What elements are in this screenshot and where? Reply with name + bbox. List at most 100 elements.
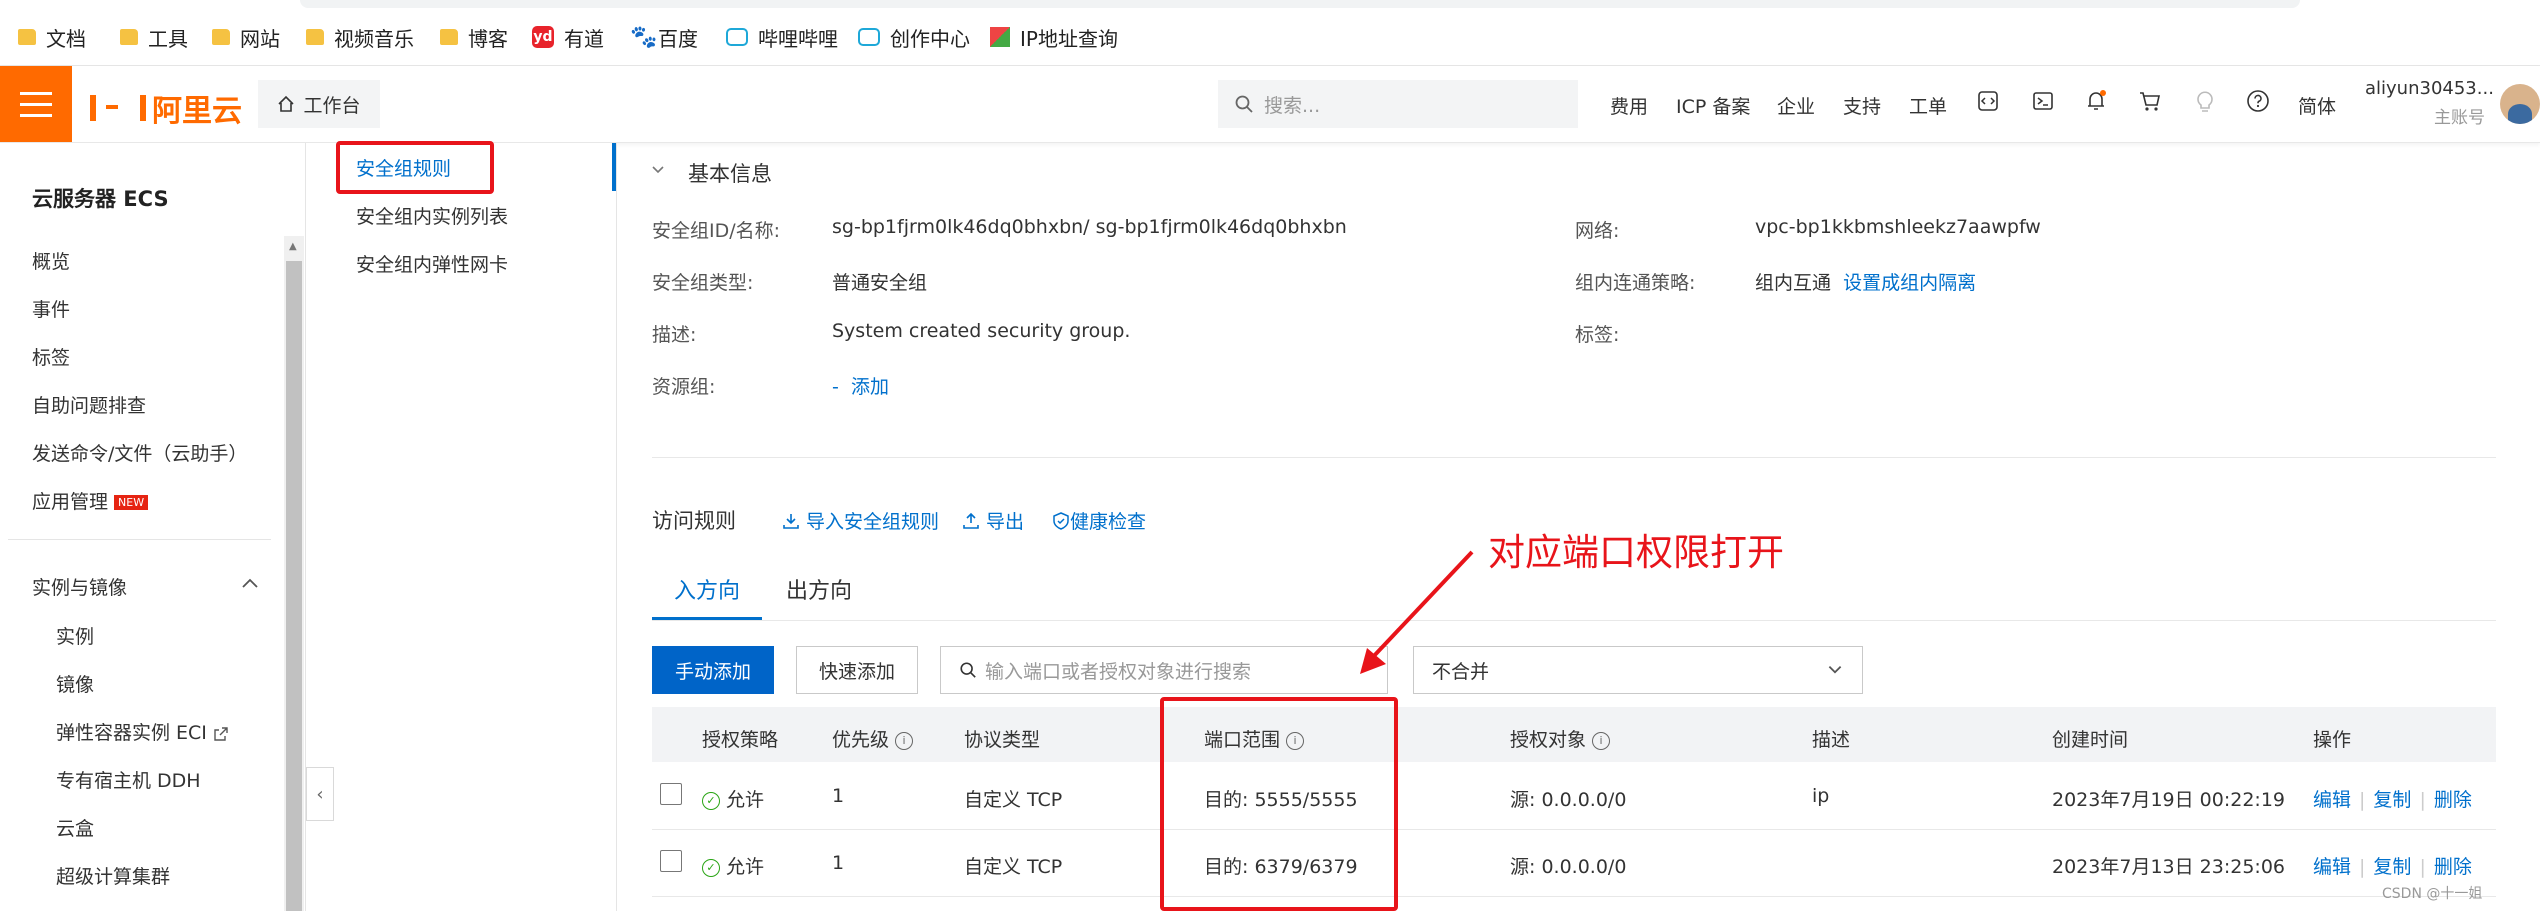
aliyun-logo[interactable]: 阿里云 — [90, 86, 242, 130]
rule-policy: ✓ 允许 — [702, 852, 764, 879]
sidebar-divider — [8, 539, 271, 540]
code-icon[interactable] — [1975, 88, 2001, 114]
delete-link[interactable]: 删除 — [2434, 789, 2472, 811]
external-link-icon — [214, 726, 228, 741]
sidebar-item-app-management[interactable]: 应用管理 NEW — [32, 487, 149, 514]
search-icon — [1235, 95, 1253, 113]
bookmark-video-music[interactable]: 视频音乐 — [306, 22, 414, 52]
row-checkbox[interactable] — [660, 850, 682, 872]
sg-type-label: 安全组类型: — [652, 272, 754, 294]
lightbulb-icon[interactable] — [2192, 88, 2218, 114]
collapse-sidebar-button[interactable]: ‹ — [306, 767, 334, 821]
copy-link[interactable]: 复制 — [2373, 789, 2411, 811]
user-account-menu[interactable]: aliyun30453... 主账号 — [2365, 78, 2494, 128]
sidebar-item-instances[interactable]: 实例 — [56, 622, 94, 649]
nav-icp-filing[interactable]: ICP 备案 — [1676, 92, 1750, 119]
bookmark-ip-lookup[interactable]: IP地址查询 — [990, 22, 1118, 52]
tabs-divider — [652, 620, 2496, 621]
user-name: aliyun30453... — [2365, 78, 2494, 99]
health-check-link[interactable]: 健康检查 — [1052, 507, 1146, 534]
chevron-up-icon[interactable] — [240, 575, 260, 591]
rule-policy: ✓ 允许 — [702, 785, 764, 812]
scroll-up-icon[interactable]: ▲ — [289, 241, 297, 252]
bookmark-bilibili[interactable]: 哔哩哔哩 — [726, 22, 838, 52]
bookmark-creator-center[interactable]: 创作中心 — [858, 22, 970, 52]
nav-billing[interactable]: 费用 — [1610, 92, 1648, 119]
table-row: ✓ 允许 1 自定义 TCP 目的: 5555/5555 源: 0.0.0.0/0… — [652, 763, 2496, 830]
tab-outbound[interactable]: 出方向 — [786, 573, 852, 605]
workbench-button[interactable]: 工作台 — [258, 80, 380, 128]
resource-group-add-link[interactable]: 添加 — [851, 376, 889, 398]
delete-link[interactable]: 删除 — [2434, 856, 2472, 878]
sidebar-group-instances-images[interactable]: 实例与镜像 — [32, 573, 127, 600]
nav-enterprise[interactable]: 企业 — [1777, 92, 1815, 119]
top-navbar: 阿里云 工作台 搜索... 费用 ICP 备案 企业 支持 工单 简体 aliy… — [0, 66, 2540, 143]
user-role: 主账号 — [2434, 108, 2485, 128]
tab-inbound[interactable]: 入方向 — [674, 573, 740, 605]
section-title-basic-info: 基本信息 — [688, 162, 772, 186]
sidebar-item-hpc-cluster[interactable]: 超级计算集群 — [56, 862, 170, 889]
col-created: 创建时间 — [2052, 729, 2129, 751]
intra-group-policy-value: 组内互通 设置成组内隔离 — [1755, 272, 1977, 294]
edit-link[interactable]: 编辑 — [2313, 789, 2351, 811]
import-rules-link[interactable]: 导入安全组规则 — [782, 507, 939, 534]
help-icon[interactable] — [2245, 88, 2271, 114]
network-value: vpc-bp1kkbmshleekz7aawpfw — [1755, 216, 2041, 238]
sidebar-scrollbar-thumb[interactable] — [286, 261, 302, 911]
bookmark-youdao[interactable]: yd 有道 — [532, 22, 604, 52]
hamburger-menu-button[interactable] — [0, 66, 72, 142]
nav-support[interactable]: 支持 — [1843, 92, 1881, 119]
export-link[interactable]: 导出 — [962, 507, 1024, 534]
sidebar-item-overview[interactable]: 概览 — [32, 247, 70, 274]
info-icon[interactable]: i — [1592, 731, 1611, 750]
rule-protocol: 自定义 TCP — [964, 856, 1063, 878]
bookmark-blog[interactable]: 博客 — [440, 22, 508, 52]
sidebar-item-eci[interactable]: 弹性容器实例 ECI — [56, 718, 229, 745]
subnav-item-enis[interactable]: 安全组内弹性网卡 — [356, 250, 508, 277]
global-search-input[interactable]: 搜索... — [1218, 80, 1578, 128]
divider — [652, 457, 2496, 458]
info-icon[interactable]: i — [895, 731, 914, 750]
col-auth-object: 授权对象 i — [1510, 725, 1611, 752]
rule-created: 2023年7月13日 23:25:06 — [2052, 856, 2285, 878]
set-isolation-link[interactable]: 设置成组内隔离 — [1843, 272, 1976, 294]
nav-ticket[interactable]: 工单 — [1909, 92, 1947, 119]
ip-icon — [990, 27, 1010, 47]
sidebar-item-cloudbox[interactable]: 云盒 — [56, 814, 94, 841]
security-group-subnav: 安全组规则 安全组内实例列表 安全组内弹性网卡 — [306, 143, 617, 911]
rule-source: 源: 0.0.0.0/0 — [1510, 856, 1627, 878]
bookmark-tools[interactable]: 工具 — [120, 22, 188, 52]
avatar[interactable] — [2500, 84, 2540, 124]
network-label: 网络: — [1575, 220, 1620, 242]
rule-priority: 1 — [832, 785, 845, 807]
sidebar-item-troubleshoot[interactable]: 自助问题排查 — [32, 391, 146, 418]
terminal-icon[interactable] — [2030, 88, 2056, 114]
chevron-down-icon[interactable] — [650, 162, 666, 178]
annotation-text: 对应端口权限打开 — [1488, 531, 1784, 574]
sidebar-item-ddh[interactable]: 专有宿主机 DDH — [56, 766, 201, 793]
bookmark-docs[interactable]: 文档 — [18, 22, 86, 52]
rule-search-input[interactable]: 输入端口或者授权对象进行搜索 — [940, 646, 1388, 694]
sidebar-item-events[interactable]: 事件 — [32, 295, 70, 322]
subnav-item-instances[interactable]: 安全组内实例列表 — [356, 202, 508, 229]
sidebar-item-cloud-assistant[interactable]: 发送命令/文件（云助手） — [32, 439, 247, 466]
copy-link[interactable]: 复制 — [2373, 856, 2411, 878]
cart-icon[interactable] — [2137, 88, 2163, 114]
edit-link[interactable]: 编辑 — [2313, 856, 2351, 878]
bookmark-baidu[interactable]: 🐾 百度 — [630, 22, 698, 52]
folder-icon — [440, 29, 458, 45]
bell-icon[interactable] — [2083, 88, 2109, 114]
row-checkbox[interactable] — [660, 783, 682, 805]
rule-source: 源: 0.0.0.0/0 — [1510, 789, 1627, 811]
section-title-access-rules: 访问规则 — [652, 509, 736, 533]
col-actions: 操作 — [2313, 729, 2352, 751]
language-switch[interactable]: 简体 — [2298, 92, 2336, 119]
sidebar-item-images[interactable]: 镜像 — [56, 670, 94, 697]
manual-add-button[interactable]: 手动添加 — [652, 646, 774, 694]
quick-add-button[interactable]: 快速添加 — [796, 646, 918, 694]
col-priority: 优先级 i — [832, 725, 914, 752]
bookmarks-bar: 文档 工具 网站 视频音乐 博客 yd 有道 🐾 百度 哔哩哔哩 创作中心 IP地址… — [0, 0, 2540, 66]
bookmark-sites[interactable]: 网站 — [212, 22, 280, 52]
sidebar-item-tags[interactable]: 标签 — [32, 343, 70, 370]
menu-icon — [20, 92, 52, 95]
